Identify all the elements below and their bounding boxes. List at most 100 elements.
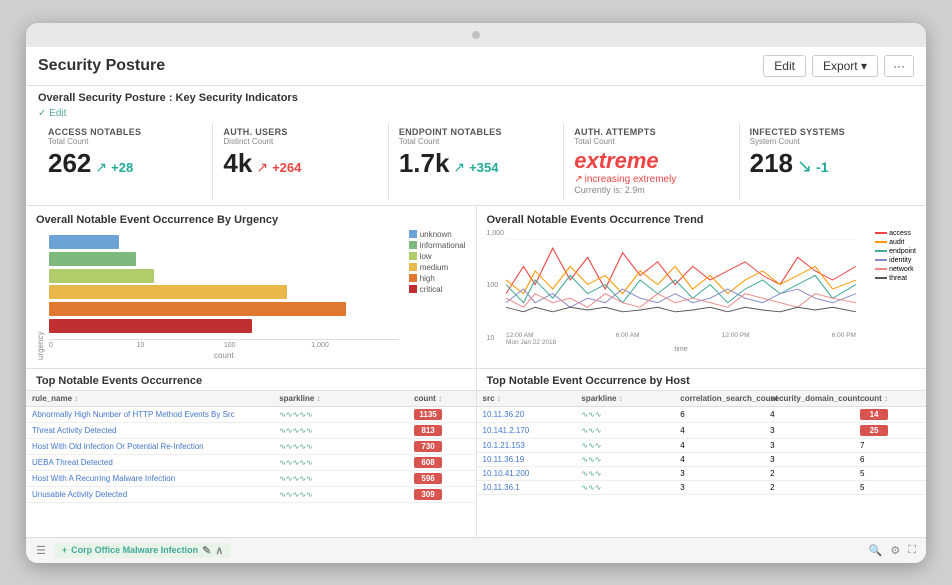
count-1: 1135 [408,406,475,422]
kpi-card-infected: INFECTED SYSTEMS System Count 218 ↘ -1 [740,123,914,199]
legend-label-medium: medium [420,263,448,272]
count-4: 608 [408,454,475,470]
kpi-auth-users-value-row: 4k ↗ +264 [223,148,377,179]
kpi-infected-title: INFECTED SYSTEMS [750,127,904,137]
legend-informational: informational [409,241,466,250]
legend-endpoint: endpoint [875,248,916,255]
count-5: 596 [408,470,475,486]
table-row: 10.141.2.170 ∿∿∿ 4 3 25 [477,422,927,438]
edit-link[interactable]: ✓ Edit [38,108,914,119]
page-title: Security Posture [38,57,165,75]
x-tick-6am: 6:00 AM [616,332,640,339]
x-tick-noon: 12:00 PM [722,332,750,339]
col-sdc[interactable]: security_domain_count ↕ [764,391,854,407]
line-x-axis: 12:00 AM 6:00 AM 12:00 PM 6:00 PM [506,330,856,339]
count-badge-3: 730 [414,441,442,452]
src-link-3[interactable]: 10.1.21.153 [483,441,525,450]
bar-informational [49,252,136,266]
sparkline-r5: ∿∿∿ [575,466,674,480]
rule-link-6[interactable]: Unusable Activity Detected [32,490,127,499]
bar-critical [49,319,252,333]
kpi-endpoint-arrow: ↗ [453,159,465,176]
kpi-access-arrow: ↗ [95,159,107,176]
src-link-2[interactable]: 10.141.2.170 [483,426,530,435]
legend-line-network [875,268,887,270]
rule-link-1[interactable]: Abnormally High Number of HTTP Method Ev… [32,410,235,419]
sparkline-r2: ∿∿∿ [575,422,674,438]
count-3: 730 [408,438,475,454]
legend-label-endpoint: endpoint [889,248,916,255]
src-link-1[interactable]: 10.11.36.20 [483,410,525,419]
fullscreen-icon[interactable]: ⛶ [908,544,916,557]
col-src[interactable]: src ↕ [477,391,576,407]
src-link-4[interactable]: 10.11.36.19 [483,455,525,464]
rule-link-2[interactable]: Threat Activity Detected [32,426,116,435]
kpi-auth-users-arrow: ↗ [256,159,268,176]
rcount-badge-2: 25 [860,425,888,436]
kpi-section-label: Overall Security Posture : Key Security … [38,92,914,104]
line-x-date: Mon Jan 22 2018 [506,339,856,346]
legend-line-identity [875,259,887,261]
bar-high [49,302,346,316]
rcount-2: 25 [854,422,926,438]
export-button[interactable]: Export ▾ [812,55,878,77]
legend-label-identity: identity [889,257,911,264]
x-axis: 0 10 100 1,000 [49,339,399,349]
legend-color-medium [409,263,417,271]
kpi-endpoint-title: ENDPOINT NOTABLES [399,127,553,137]
device-frame: Security Posture Edit Export ▾ ··· Overa… [26,23,926,563]
rule-link-5[interactable]: Host With A Recurring Malware Infection [32,474,175,483]
kpi-auth-attempts-currently: Currently is: 2.9m [574,185,728,195]
kpi-infected-sub: System Count [750,137,904,146]
kpi-infected-delta: -1 [816,159,828,175]
kpi-card-endpoint: ENDPOINT NOTABLES Total Count 1.7k ↗ +35… [389,123,564,199]
legend-label-network: network [889,266,914,273]
settings-icon[interactable]: ⚙ [890,544,900,557]
kpi-infected-arrow: ↘ [797,156,812,177]
host-table: src ↕ sparkline ↕ correlation_search_cou… [477,391,927,495]
csc-3: 4 [674,438,764,452]
col-csc[interactable]: correlation_search_count ↕ [674,391,764,407]
legend-identity: identity [875,257,916,264]
col-sparkline-right[interactable]: sparkline ↕ [575,391,674,407]
rcount-badge-1: 14 [860,409,888,420]
search-icon[interactable]: 🔍 [869,544,883,557]
rule-link-3[interactable]: Host With Old Infection Or Potential Re-… [32,442,204,451]
col-rule-name[interactable]: rule_name ↕ [26,391,273,407]
col-sparkline-left[interactable]: sparkline ↕ [273,391,408,407]
src-5: 10.10.41.200 [477,466,576,480]
tag-expand-icon[interactable]: ∧ [215,544,223,557]
table-row: 10.11.36.20 ∿∿∿ 6 4 14 [477,406,927,422]
kpi-infected-value: 218 [750,148,793,179]
col-count-left[interactable]: count ↕ [408,391,475,407]
line-chart-inner: access audit endpoint [506,230,916,360]
count-badge-5: 596 [414,473,442,484]
line-chart-panel: Overall Notable Events Occurrence Trend … [477,206,927,368]
kpi-auth-attempts-extreme: extreme [574,148,658,174]
src-link-5[interactable]: 10.10.41.200 [483,469,530,478]
rule-name-5: Host With A Recurring Malware Infection [26,470,273,486]
src-link-6[interactable]: 10.11.36.1 [483,483,520,492]
rule-link-4[interactable]: UEBA Threat Detected [32,458,113,467]
legend-network: network [875,266,916,273]
line-chart-svg [506,230,856,330]
bar-row-medium [49,285,399,299]
bar-row-low [49,269,399,283]
kpi-auth-attempts-sub: Total Count [574,137,728,146]
header-buttons: Edit Export ▾ ··· [763,55,914,77]
list-icon[interactable]: ☰ [36,544,46,557]
sdc-1: 4 [764,406,854,422]
more-button[interactable]: ··· [884,55,914,77]
bar-row-critical [49,319,399,333]
kpi-auth-attempts-value-row: extreme [574,148,728,174]
src-4: 10.11.36.19 [477,452,576,466]
kpi-auth-attempts-title: AUTH. ATTEMPTS [574,127,728,137]
kpi-section: Overall Security Posture : Key Security … [26,86,926,206]
tag-edit-icon[interactable]: ✎ [202,544,211,557]
tables-section: Top Notable Events Occurrence rule_name … [26,369,926,537]
edit-button[interactable]: Edit [763,55,806,77]
kpi-access-title: ACCESS NOTABLES [48,127,202,137]
legend-threat: threat [875,275,916,282]
legend-color-unknown [409,230,417,238]
sparkline-r1: ∿∿∿ [575,406,674,422]
